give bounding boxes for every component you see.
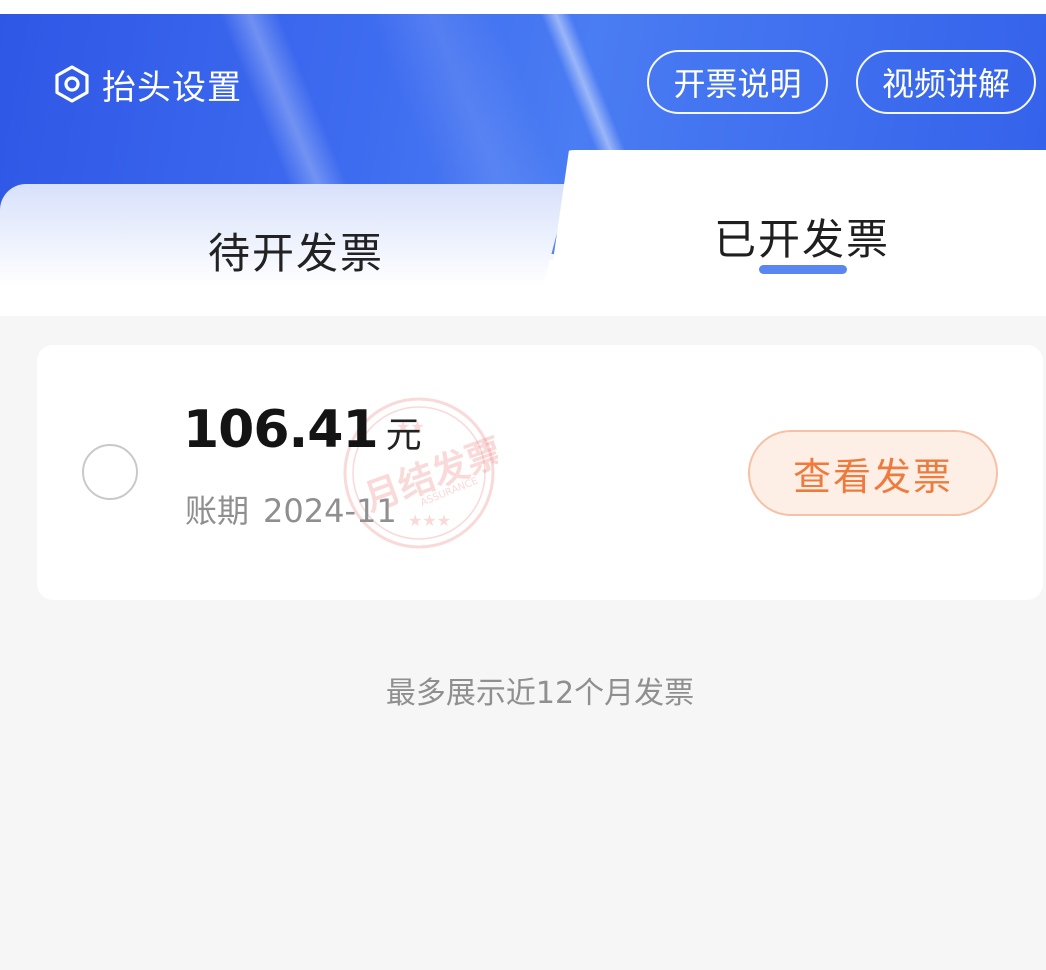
title-settings-label: 抬头设置 <box>102 67 242 108</box>
view-invoice-button[interactable]: 查看发票 <box>748 430 998 516</box>
svg-text:★★★: ★★★ <box>408 511 451 530</box>
tab-issued-label[interactable]: 已开发票 <box>714 206 890 267</box>
period-label: 账期 <box>185 492 250 530</box>
invoice-amount: 106.41 元 <box>183 400 422 460</box>
status-strip <box>0 0 1046 14</box>
invoice-tabs: 待开发票 已开发票 <box>0 150 1046 316</box>
amount-value: 106.41 <box>183 400 379 460</box>
hexagon-gear-icon <box>55 65 89 103</box>
period-value: 2024-11 <box>263 492 397 530</box>
invoice-instructions-button[interactable]: 开票说明 <box>647 50 828 114</box>
title-settings-button[interactable]: 抬头设置 <box>52 60 242 108</box>
tab-pending-label[interactable]: 待开发票 <box>208 220 384 281</box>
video-explanation-button[interactable]: 视频讲解 <box>856 50 1036 114</box>
active-tab-indicator <box>759 265 847 274</box>
billing-period: 账期 2024-11 <box>185 486 397 532</box>
invoice-select-radio[interactable] <box>82 444 138 500</box>
footer-note: 最多展示近12个月发票 <box>385 676 695 711</box>
amount-unit: 元 <box>385 415 422 456</box>
